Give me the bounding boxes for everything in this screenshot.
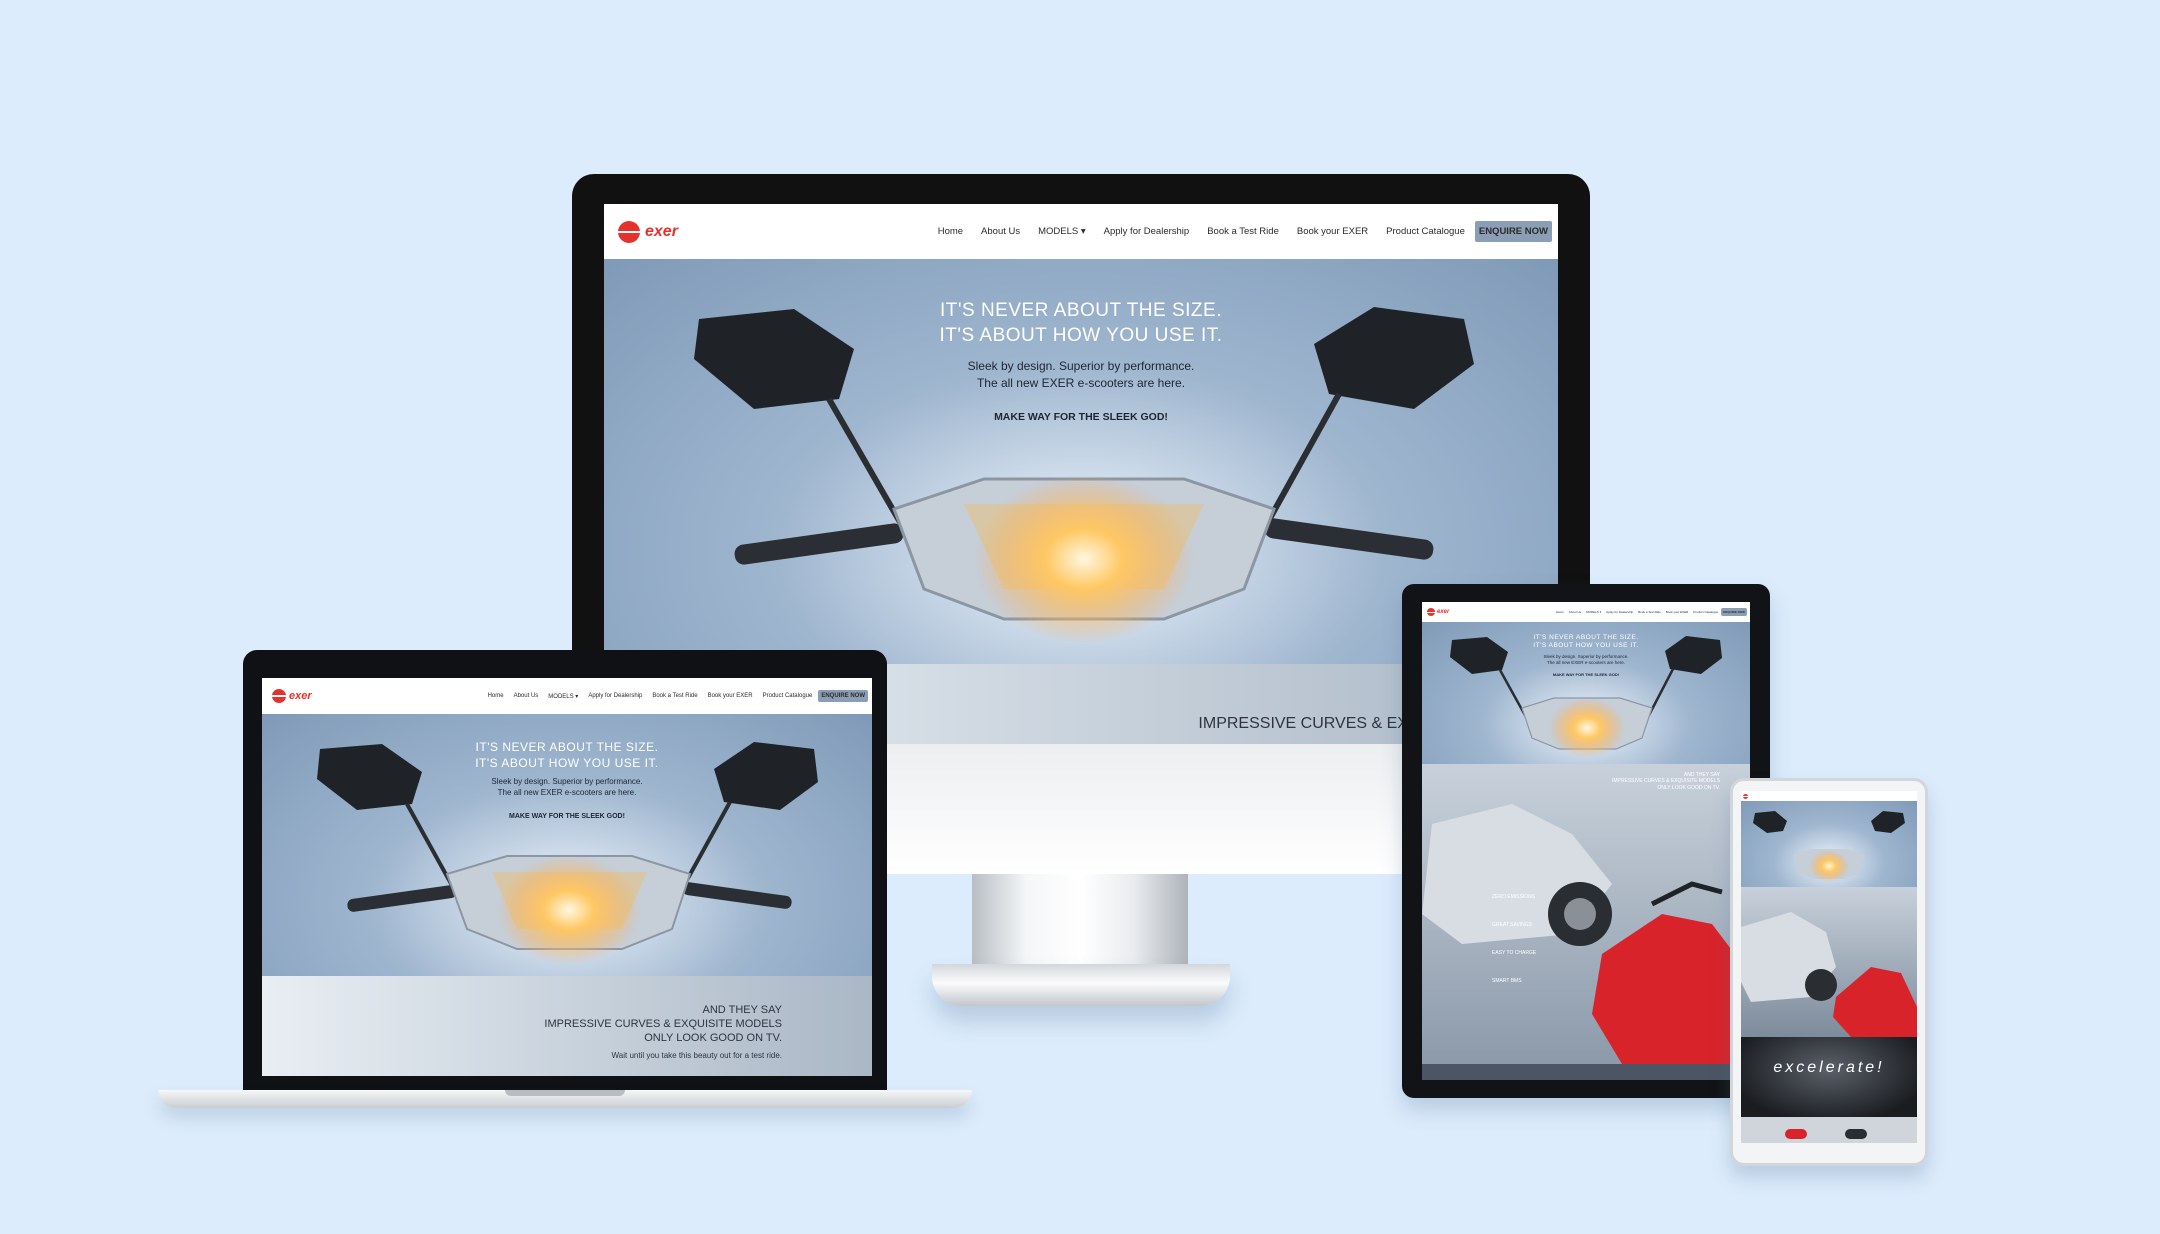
laptop-notch	[505, 1090, 625, 1096]
tablet-screen: exer Home About Us MODELS ▾ Apply for De…	[1422, 602, 1750, 1080]
nav-about[interactable]: About Us	[1569, 610, 1581, 614]
hero-copy: IT'S NEVER ABOUT THE SIZE. IT'S ABOUT HO…	[1484, 634, 1687, 677]
nav-book[interactable]: Book your EXER	[1666, 610, 1689, 614]
tablet: exer Home About Us MODELS ▾ Apply for De…	[1402, 584, 1770, 1098]
hero-headline-1: IT'S NEVER ABOUT THE SIZE.	[475, 740, 659, 754]
logo-mark	[1427, 608, 1435, 616]
hero-headline-1: IT'S NEVER ABOUT THE SIZE.	[1533, 634, 1639, 641]
nav-models[interactable]: MODELS ▾	[1038, 226, 1086, 237]
hero-subtext-2: The all new EXER e-scooters are here.	[497, 787, 637, 797]
logo-mark	[618, 220, 640, 243]
footer-scooter-red	[1785, 1129, 1807, 1139]
hero-headline-2: IT'S ABOUT HOW YOU USE IT.	[1533, 642, 1639, 650]
hero-subtext-2: The all new EXER e-scooters are here.	[976, 375, 1186, 390]
main-nav: Home About Us MODELS ▾ Apply for Dealers…	[938, 221, 1552, 242]
hero-subtext-1: Sleek by design. Superior by performance…	[491, 777, 643, 787]
logo-text: exer	[1437, 609, 1450, 615]
hero-banner: IT'S NEVER ABOUT THE SIZE. IT'S ABOUT HO…	[1422, 622, 1750, 764]
nav-models[interactable]: MODELS ▾	[548, 693, 578, 700]
scooters-illustration	[1422, 804, 1750, 1064]
nav-home[interactable]: Home	[488, 693, 504, 699]
curves-line-1: AND THEY SAY	[702, 1004, 782, 1016]
slogan-section: excelerate!	[1741, 1037, 1917, 1117]
nav-book[interactable]: Book your EXER	[1297, 226, 1368, 237]
nav-test-ride[interactable]: Book a Test Ride	[652, 693, 697, 699]
slogan-text: excelerate!	[1773, 1059, 1885, 1076]
enquire-now-button[interactable]: ENQUIRE NOW	[818, 690, 868, 702]
nav-catalogue[interactable]: Product Catalogue	[1386, 226, 1465, 237]
nav-about[interactable]: About Us	[514, 693, 539, 699]
enquire-now-button[interactable]: ENQUIRE NOW	[1721, 608, 1747, 616]
curves-line-3: ONLY LOOK GOOD ON TV.	[1657, 784, 1720, 791]
phone: excelerate!	[1730, 778, 1928, 1166]
footer-scooter-dark	[1845, 1129, 1867, 1139]
hero-copy: IT'S NEVER ABOUT THE SIZE. IT'S ABOUT HO…	[785, 299, 1376, 423]
hero-copy: IT'S NEVER ABOUT THE SIZE. IT'S ABOUT HO…	[378, 740, 756, 820]
nav-home[interactable]: Home	[1556, 610, 1564, 614]
curves-line-4: Wait until you take this beauty out for …	[611, 1051, 782, 1061]
logo-text: exer	[645, 222, 678, 240]
brand-logo[interactable]: exer	[272, 689, 312, 703]
footer-strip	[1422, 1064, 1750, 1080]
features-list: ZERO EMISSIONS GREAT SAVINGS EASY TO CHA…	[1492, 894, 1572, 984]
laptop-screen: exer Home About Us MODELS ▾ Apply for De…	[262, 678, 872, 1076]
mockup-stage: exer Home About Us MODELS ▾ Apply for De…	[0, 0, 2160, 1234]
curves-copy: AND THEY SAY IMPRESSIVE CURVES & EXQUISI…	[1612, 772, 1720, 791]
scooters-illustration	[1741, 912, 1917, 1037]
hero-tagline: MAKE WAY FOR THE SLEEK GOD!	[994, 410, 1168, 423]
curves-line-3: ONLY LOOK GOOD ON TV.	[644, 1031, 782, 1044]
nav-test-ride[interactable]: Book a Test Ride	[1638, 610, 1661, 614]
site-header: exer Home About Us MODELS ▾ Apply for De…	[604, 204, 1558, 259]
feature-smart-bms: SMART BMS	[1492, 978, 1522, 984]
nav-dealership[interactable]: Apply for Dealership	[588, 693, 642, 699]
site-header: exer Home About Us MODELS ▾ Apply for De…	[1422, 602, 1750, 622]
brand-logo[interactable]	[1743, 793, 1748, 799]
curves-line-2: IMPRESSIVE CURVES & EXQUISITE MODELS	[1612, 778, 1720, 785]
monitor-stand-base	[932, 964, 1230, 1006]
logo-mark	[272, 689, 286, 703]
feature-zero-emissions: ZERO EMISSIONS	[1492, 894, 1536, 900]
scooter-handlebar-illustration	[1753, 811, 1905, 882]
feature-great-savings: GREAT SAVINGS	[1492, 922, 1533, 928]
logo-text: exer	[289, 690, 312, 702]
hero-tagline: MAKE WAY FOR THE SLEEK GOD!	[1552, 672, 1620, 677]
nav-about[interactable]: About Us	[981, 226, 1020, 237]
hero-subtext-2: The all new EXER e-scooters are here.	[1546, 659, 1626, 665]
main-nav: Home About Us MODELS ▾ Apply for Dealers…	[488, 690, 868, 702]
scooters-section: AND THEY SAY IMPRESSIVE CURVES & EXQUISI…	[1422, 764, 1750, 1064]
curves-line-2: IMPRESSIVE CURVES & EXQUISITE MODELS	[544, 1017, 782, 1030]
laptop: exer Home About Us MODELS ▾ Apply for De…	[158, 650, 972, 1120]
phone-screen: excelerate!	[1741, 791, 1917, 1143]
hero-banner: IT'S NEVER ABOUT THE SIZE. IT'S ABOUT HO…	[262, 714, 872, 976]
main-nav: Home About Us MODELS ▾ Apply for Dealers…	[1556, 608, 1747, 616]
hero-tagline: MAKE WAY FOR THE SLEEK GOD!	[509, 812, 625, 820]
brand-logo[interactable]: exer	[618, 220, 678, 243]
enquire-now-button[interactable]: ENQUIRE NOW	[1474, 221, 1552, 242]
brand-logo[interactable]: exer	[1427, 608, 1449, 616]
hero-headline-1: IT'S NEVER ABOUT THE SIZE.	[940, 300, 1222, 321]
nav-models[interactable]: MODELS ▾	[1586, 610, 1601, 614]
nav-catalogue[interactable]: Product Catalogue	[763, 693, 813, 699]
phone-footer	[1741, 1117, 1917, 1143]
site-header: exer Home About Us MODELS ▾ Apply for De…	[262, 678, 872, 714]
site-header	[1741, 791, 1917, 801]
nav-dealership[interactable]: Apply for Dealership	[1606, 610, 1633, 614]
monitor-stand-neck	[972, 864, 1188, 974]
feature-easy-charge: EASY TO CHARGE	[1492, 950, 1537, 956]
nav-catalogue[interactable]: Product Catalogue	[1693, 610, 1718, 614]
nav-dealership[interactable]: Apply for Dealership	[1104, 226, 1190, 237]
nav-home[interactable]: Home	[938, 226, 963, 237]
hero-banner	[1741, 801, 1917, 887]
hero-headline-2: IT'S ABOUT HOW YOU USE IT.	[475, 755, 659, 770]
scooters-section	[1741, 887, 1917, 1037]
nav-book[interactable]: Book your EXER	[708, 693, 753, 699]
logo-mark	[1743, 793, 1748, 799]
hero-subtext-1: Sleek by design. Superior by performance…	[967, 359, 1195, 374]
nav-test-ride[interactable]: Book a Test Ride	[1207, 226, 1279, 237]
curves-section: AND THEY SAY IMPRESSIVE CURVES & EXQUISI…	[262, 976, 872, 1076]
curves-copy: AND THEY SAY IMPRESSIVE CURVES & EXQUISI…	[544, 1004, 782, 1061]
hero-headline-2: IT'S ABOUT HOW YOU USE IT.	[939, 324, 1223, 346]
